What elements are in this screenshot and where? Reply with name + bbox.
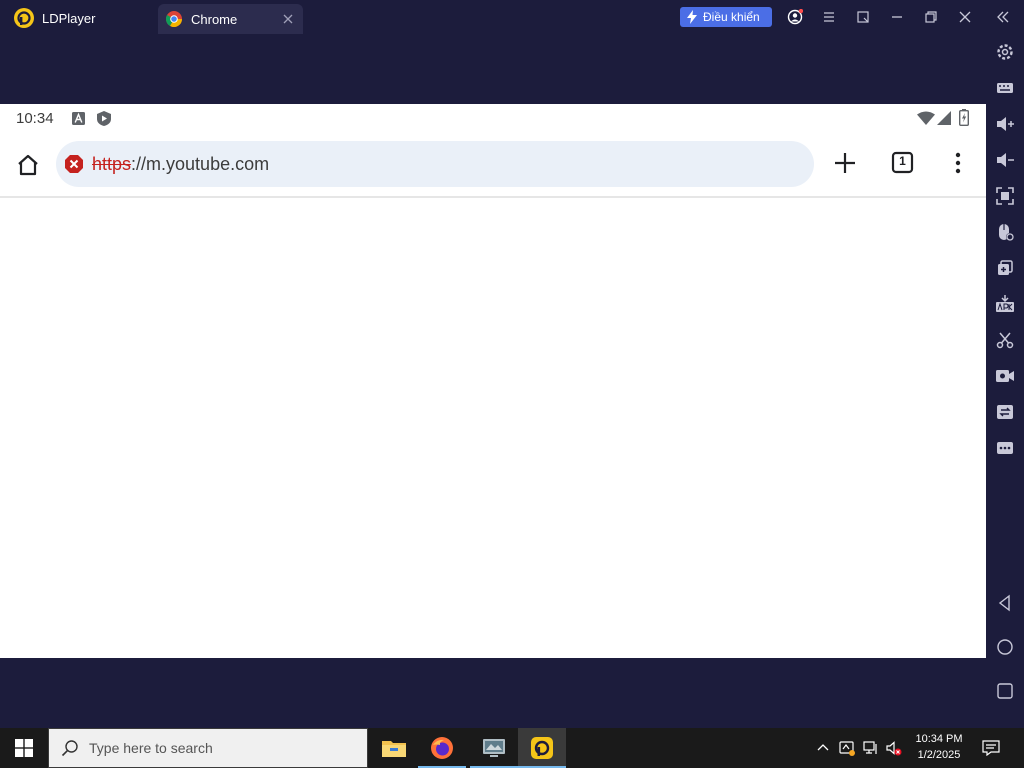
clock-time: 10:34 PM: [915, 733, 963, 745]
back-nav-icon[interactable]: [995, 593, 1015, 613]
title-bar: LDPlayer Chrome Điều khiển: [0, 0, 1024, 36]
windows-taskbar: Type here to search 10:34 PM 1/2/2025: [0, 728, 1024, 768]
scissors-icon[interactable]: [995, 330, 1015, 350]
network-icon[interactable]: [863, 740, 879, 756]
tray-app-icon[interactable]: [839, 740, 855, 756]
tab-label: Chrome: [191, 11, 238, 27]
url-host: ://m.youtube.com: [131, 154, 270, 174]
chevron-up-icon[interactable]: [815, 740, 831, 756]
ldplayer-brand: LDPlayer: [14, 0, 95, 36]
url-text[interactable]: https://m.youtube.com: [92, 154, 269, 175]
apk-install-icon[interactable]: [995, 294, 1015, 314]
app-title: LDPlayer: [42, 10, 96, 26]
folder-icon: [382, 741, 406, 757]
taskbar-clock[interactable]: 10:34 PM 1/2/2025: [906, 731, 972, 763]
taskbar-app-3[interactable]: [470, 728, 518, 768]
volume-up-icon[interactable]: [995, 114, 1015, 134]
gear-icon[interactable]: [995, 42, 1015, 62]
minimize-icon[interactable]: [889, 9, 905, 25]
record-icon[interactable]: [995, 366, 1015, 386]
menu-icon[interactable]: [821, 9, 837, 25]
taskbar-firefox[interactable]: [418, 728, 466, 768]
keyboard-icon[interactable]: [995, 78, 1015, 98]
url-scheme: https: [92, 154, 132, 174]
account-icon[interactable]: [787, 9, 803, 25]
clock-date: 1/2/2025: [917, 749, 961, 761]
more-options-icon[interactable]: [945, 150, 971, 176]
new-tab-icon[interactable]: [832, 150, 858, 176]
control-button-label: Điều khiển: [703, 10, 760, 24]
multi-instance-icon[interactable]: [995, 258, 1015, 278]
security-error-icon[interactable]: [64, 154, 84, 174]
chrome-logo-icon: [166, 11, 182, 27]
battery-icon: [959, 109, 969, 126]
maximize-icon[interactable]: [923, 9, 939, 25]
tab-switcher-button[interactable]: 1: [890, 150, 915, 175]
taskbar-ldplayer[interactable]: [518, 728, 566, 768]
taskbar-search[interactable]: Type here to search: [48, 728, 368, 768]
taskbar-file-explorer[interactable]: [370, 728, 418, 768]
close-tab-icon[interactable]: [281, 12, 295, 26]
page-content[interactable]: [0, 198, 986, 658]
right-toolbar: [986, 36, 1024, 728]
wifi-icon: [917, 111, 935, 125]
monitor-app-icon: [483, 739, 505, 757]
android-screen: 10:34 https://m.youtube.com 1: [0, 104, 986, 658]
shield-play-icon: [97, 111, 111, 126]
tab-chrome[interactable]: Chrome: [158, 4, 303, 34]
start-button[interactable]: [0, 728, 48, 768]
chrome-toolbar: https://m.youtube.com 1: [0, 138, 986, 196]
restore-screen-icon[interactable]: [855, 9, 871, 25]
recents-nav-icon[interactable]: [995, 681, 1015, 701]
ldplayer-window: LDPlayer Chrome Điều khiển 10:34 https:/…: [0, 0, 1024, 768]
signal-icon: [937, 111, 951, 125]
ldplayer-logo-icon: [14, 8, 34, 28]
tab-count: 1: [899, 154, 906, 168]
mouse-lock-icon[interactable]: [995, 222, 1015, 242]
ldplayer-taskbar-icon: [531, 737, 553, 759]
text-a-icon: [72, 112, 85, 125]
home-nav-icon[interactable]: [995, 637, 1015, 657]
android-status-bar: 10:34: [0, 104, 986, 134]
windows-logo-icon: [15, 739, 33, 757]
volume-muted-icon[interactable]: [886, 740, 902, 756]
control-button[interactable]: Điều khiển: [680, 7, 772, 27]
search-icon: [61, 740, 78, 757]
firefox-icon: [431, 737, 453, 759]
more-icon[interactable]: [995, 438, 1015, 458]
close-icon[interactable]: [957, 9, 973, 25]
collapse-sidebar-icon[interactable]: [995, 9, 1011, 25]
status-time: 10:34: [16, 110, 54, 127]
home-icon[interactable]: [16, 153, 40, 177]
omnibox[interactable]: https://m.youtube.com: [56, 141, 814, 187]
search-placeholder: Type here to search: [89, 740, 213, 756]
fullscreen-icon[interactable]: [995, 186, 1015, 206]
sync-icon[interactable]: [995, 402, 1015, 422]
notification-icon[interactable]: [982, 740, 1000, 756]
lightning-icon: [687, 10, 697, 24]
volume-down-icon[interactable]: [995, 150, 1015, 170]
